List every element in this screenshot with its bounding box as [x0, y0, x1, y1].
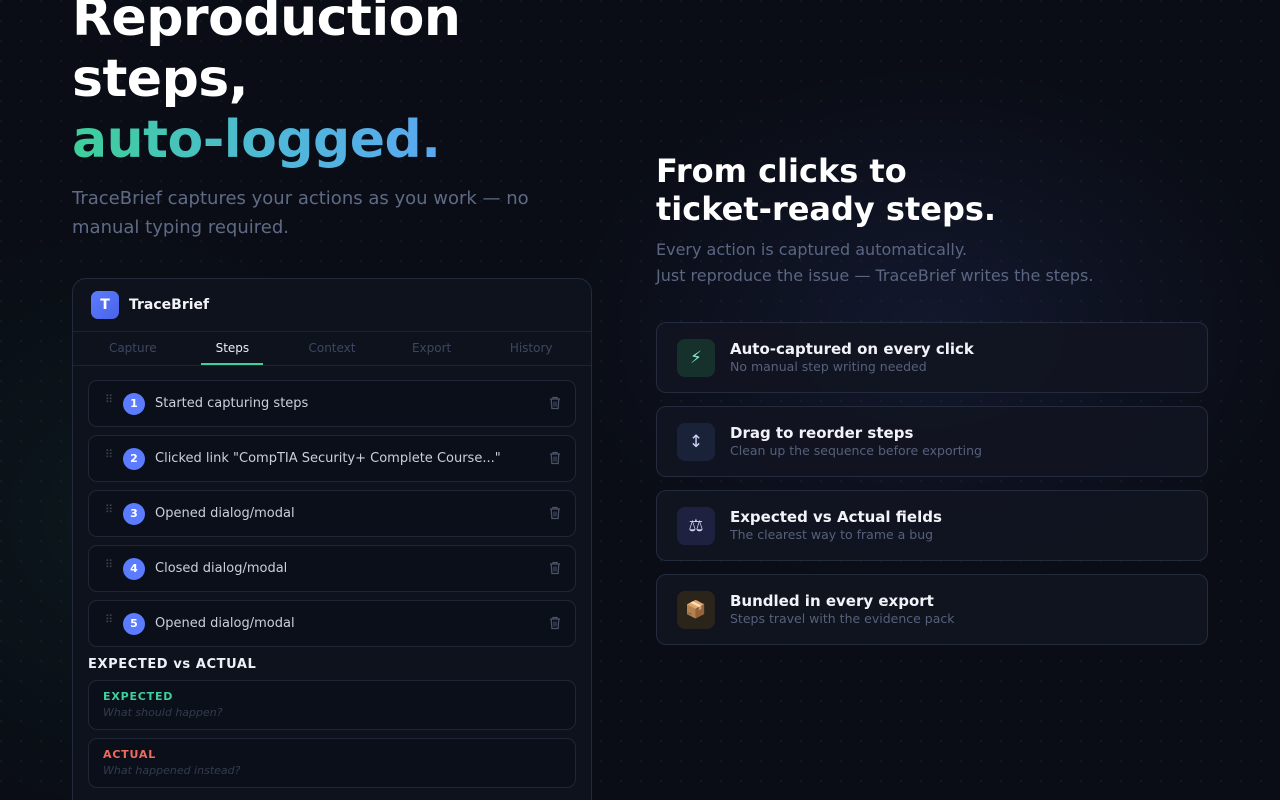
- trash-icon[interactable]: [549, 451, 561, 465]
- actual-input[interactable]: [103, 764, 561, 777]
- tab-steps[interactable]: Steps: [183, 332, 283, 365]
- drag-handle-icon[interactable]: ⠿: [105, 448, 121, 461]
- feature-description: Clean up the sequence before exporting: [730, 443, 982, 458]
- features-subtitle-line1: Every action is captured automatically.: [656, 240, 968, 259]
- feature-description: Steps travel with the evidence pack: [730, 611, 955, 626]
- trash-icon[interactable]: [549, 506, 561, 520]
- expected-input[interactable]: [103, 706, 561, 719]
- actual-label: ACTUAL: [103, 748, 157, 761]
- reorder-arrows-icon: ↕: [677, 422, 715, 461]
- step-text: Opened dialog/modal: [155, 616, 295, 631]
- step-number: 2: [123, 447, 145, 470]
- step-text: Opened dialog/modal: [155, 506, 295, 521]
- feature-description: No manual step writing needed: [730, 359, 927, 374]
- app-panel: T TraceBrief Capture Steps Context Expor…: [72, 278, 592, 800]
- step-text: Clicked link "CompTIA Security+ Complete…: [155, 451, 501, 466]
- feature-list: ⚡ Auto-captured on every click No manual…: [656, 322, 1208, 658]
- feature-title: Drag to reorder steps: [730, 424, 914, 442]
- step-text: Closed dialog/modal: [155, 561, 288, 576]
- tab-export[interactable]: Export: [382, 332, 482, 365]
- trash-icon[interactable]: [549, 396, 561, 410]
- actual-field: ACTUAL: [88, 738, 576, 788]
- expected-label: EXPECTED: [103, 690, 174, 703]
- step-number: 1: [123, 392, 145, 415]
- app-name: TraceBrief: [129, 297, 210, 313]
- feature-description: The clearest way to frame a bug: [730, 527, 934, 542]
- trash-icon[interactable]: [549, 616, 561, 630]
- step-item[interactable]: ⠿ 1 Started capturing steps: [88, 380, 576, 427]
- features-subtitle-line2: Just reproduce the issue — TraceBrief wr…: [656, 266, 1094, 285]
- drag-handle-icon[interactable]: ⠿: [105, 393, 121, 406]
- hero-title-line1: Reproduction: [72, 0, 461, 48]
- step-item[interactable]: ⠿ 4 Closed dialog/modal: [88, 545, 576, 592]
- tab-bar: Capture Steps Context Export History: [73, 332, 591, 366]
- tab-history[interactable]: History: [481, 332, 581, 365]
- feature-card: ⚖ Expected vs Actual fields The clearest…: [656, 490, 1208, 561]
- feature-card: ↕ Drag to reorder steps Clean up the seq…: [656, 406, 1208, 477]
- step-item[interactable]: ⠿ 5 Opened dialog/modal: [88, 600, 576, 647]
- step-item[interactable]: ⠿ 3 Opened dialog/modal: [88, 490, 576, 537]
- feature-card: ⚡ Auto-captured on every click No manual…: [656, 322, 1208, 393]
- step-item[interactable]: ⠿ 2 Clicked link "CompTIA Security+ Comp…: [88, 435, 576, 482]
- steps-list: ⠿ 1 Started capturing steps ⠿ 2 Clicked …: [73, 366, 591, 647]
- step-text: Started capturing steps: [155, 396, 309, 411]
- hero-subtitle: TraceBrief captures your actions as you …: [72, 188, 529, 238]
- drag-handle-icon[interactable]: ⠿: [105, 503, 121, 516]
- expected-field: EXPECTED: [88, 680, 576, 730]
- package-icon: 📦: [677, 590, 715, 629]
- expected-vs-actual-heading: EXPECTED vs ACTUAL: [88, 657, 257, 672]
- scales-icon: ⚖: [677, 506, 715, 545]
- step-number: 3: [123, 502, 145, 525]
- lightning-icon: ⚡: [677, 338, 715, 377]
- step-number: 4: [123, 557, 145, 580]
- tab-context[interactable]: Context: [282, 332, 382, 365]
- features-subtitle: Every action is captured automatically. …: [656, 237, 1216, 289]
- tab-capture[interactable]: Capture: [83, 332, 183, 365]
- hero-title-line2: steps,: [72, 49, 249, 109]
- features-title-line2: ticket-ready steps.: [656, 190, 997, 228]
- hero-title: Reproduction steps, auto-logged.: [72, 0, 461, 171]
- hero-title-highlight: auto-logged.: [72, 110, 441, 170]
- app-header: T TraceBrief: [73, 279, 591, 332]
- feature-card: 📦 Bundled in every export Steps travel w…: [656, 574, 1208, 645]
- feature-title: Expected vs Actual fields: [730, 508, 942, 526]
- feature-title: Bundled in every export: [730, 592, 934, 610]
- drag-handle-icon[interactable]: ⠿: [105, 558, 121, 571]
- trash-icon[interactable]: [549, 561, 561, 575]
- features-title-line1: From clicks to: [656, 152, 907, 190]
- feature-title: Auto-captured on every click: [730, 340, 974, 358]
- step-number: 5: [123, 612, 145, 635]
- features-title: From clicks to ticket-ready steps.: [656, 152, 1176, 228]
- app-logo: T: [91, 291, 119, 319]
- drag-handle-icon[interactable]: ⠿: [105, 613, 121, 626]
